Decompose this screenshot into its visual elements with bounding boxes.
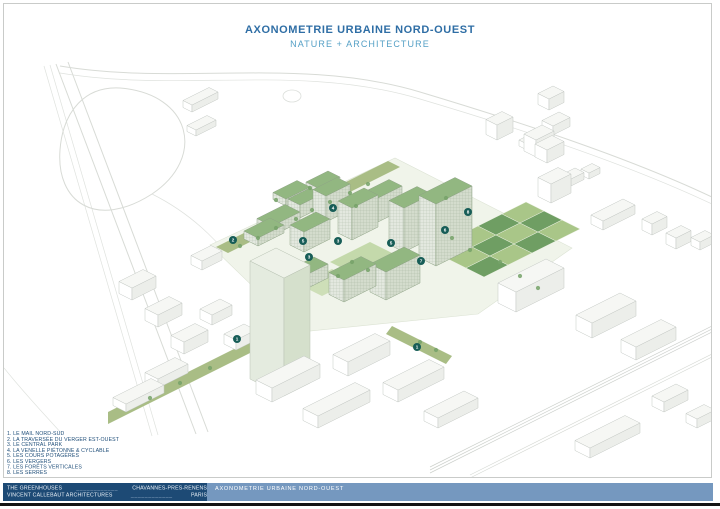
legend: 1. LE MAIL NORD-SUD 2. LA TRAVERSÉE DU V…	[7, 431, 204, 476]
tree-icon	[498, 260, 502, 264]
firm-city: PARIS	[191, 492, 207, 499]
sheet-title: AXONOMETRIE URBAINE NORD-OUEST	[215, 485, 475, 492]
tree-icon	[366, 268, 370, 272]
firm-name: VINCENT CALLEBAUT ARCHITECTURES	[7, 492, 113, 499]
plan-marker-number: 8	[467, 210, 470, 215]
tree-icon	[310, 208, 314, 212]
bottom-rule	[0, 503, 720, 506]
title-block-left: THE GREENHOUSES ____________ CHAVANNES-P…	[3, 483, 207, 501]
tree-icon	[238, 244, 242, 248]
project-name: THE GREENHOUSES	[7, 485, 62, 492]
plan-marker-number: 2	[232, 238, 235, 243]
separator: ____________	[131, 492, 173, 499]
plan-marker: 2	[229, 236, 237, 244]
separator: ____________	[76, 485, 118, 492]
plan-marker: 1	[413, 343, 421, 351]
axonometric-drawing: 1 1 2 4 3 5 3 5 6 7 8	[0, 0, 720, 478]
plan-marker-number: 5	[302, 239, 305, 244]
legend-item: 8. LES SERRES	[7, 470, 204, 476]
plan-marker: 1	[233, 335, 241, 343]
plan-marker-number: 6	[444, 228, 447, 233]
tree-icon	[328, 200, 332, 204]
page-title: AXONOMETRIE URBAINE NORD-OUEST	[0, 24, 720, 36]
plan-marker-number: 7	[420, 259, 423, 264]
tree-icon	[308, 186, 312, 190]
title-block: THE GREENHOUSES ____________ CHAVANNES-P…	[3, 483, 713, 501]
tree-icon	[450, 236, 454, 240]
tree-icon	[274, 198, 278, 202]
tree-icon	[350, 260, 354, 264]
tree-icon	[208, 366, 212, 370]
tree-icon	[178, 381, 182, 385]
plan-marker-number: 3	[308, 255, 311, 260]
board-header: AXONOMETRIE URBAINE NORD-OUEST NATURE + …	[0, 24, 720, 49]
tree-icon	[444, 196, 448, 200]
plan-marker: 7	[417, 257, 425, 265]
tree-icon	[148, 396, 152, 400]
tree-icon	[354, 204, 358, 208]
title-block-right: AXONOMETRIE URBAINE NORD-OUEST	[207, 483, 713, 501]
plan-marker-number: 1	[416, 345, 419, 350]
plan-marker: 3	[305, 253, 313, 261]
tree-icon	[336, 274, 340, 278]
plan-marker-number: 3	[337, 239, 340, 244]
page-subtitle: NATURE + ARCHITECTURE	[0, 39, 720, 49]
plan-marker: 3	[334, 237, 342, 245]
presentation-board: AXONOMETRIE URBAINE NORD-OUEST NATURE + …	[0, 0, 720, 509]
plan-marker: 6	[441, 226, 449, 234]
tree-icon	[518, 274, 522, 278]
project-location: CHAVANNES-PRÈS-RENENS	[132, 485, 207, 492]
plan-marker: 8	[464, 208, 472, 216]
tree-icon	[348, 191, 352, 195]
plan-marker: 4	[329, 204, 337, 212]
plan-marker-number: 1	[236, 337, 239, 342]
tree-icon	[468, 248, 472, 252]
tree-icon	[256, 236, 260, 240]
tree-icon	[434, 348, 438, 352]
plan-marker-number: 5	[390, 241, 393, 246]
plan-marker-number: 4	[332, 206, 335, 211]
plan-marker: 5	[299, 237, 307, 245]
tree-icon	[536, 286, 540, 290]
tree-icon	[366, 182, 370, 186]
plan-marker: 5	[387, 239, 395, 247]
tree-icon	[294, 217, 298, 221]
tree-icon	[274, 226, 278, 230]
